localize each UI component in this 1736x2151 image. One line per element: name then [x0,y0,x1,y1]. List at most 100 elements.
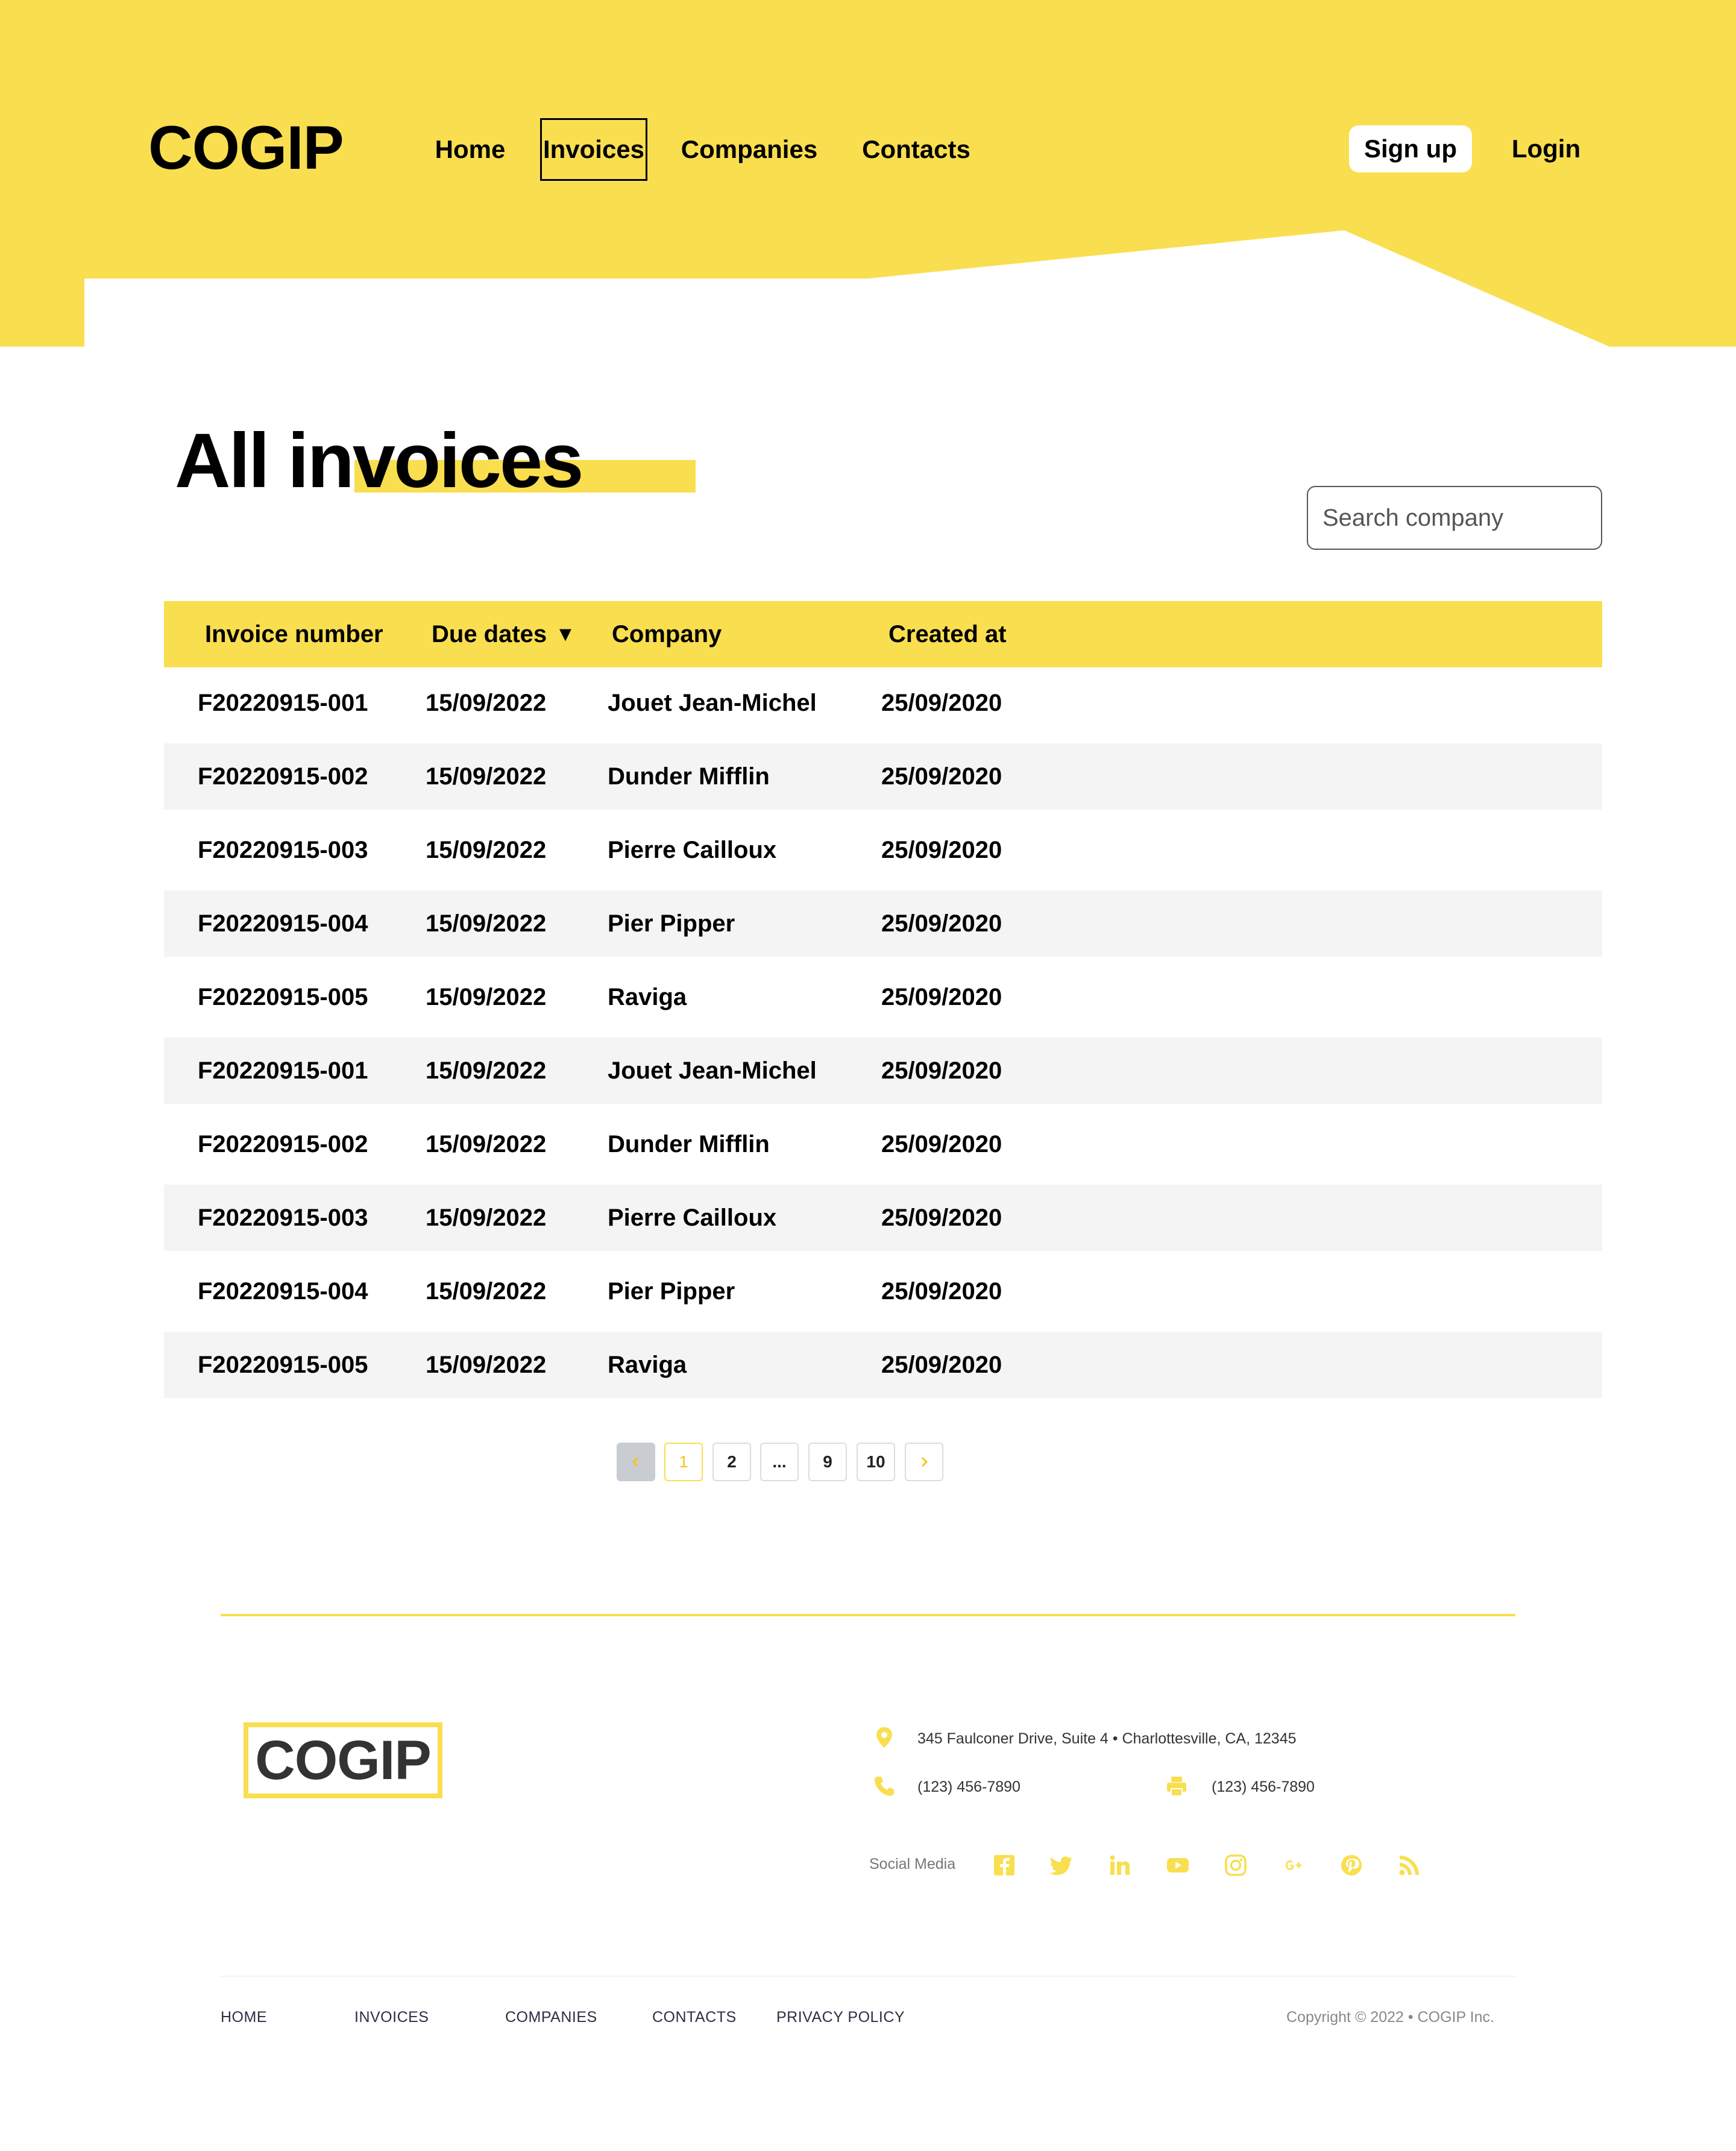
company-cell[interactable]: Dunder Mifflin [608,763,770,790]
column-created-at[interactable]: Created at [888,601,1007,667]
company-cell[interactable]: Raviga [608,984,687,1011]
row-spacer [164,1180,1602,1185]
row-spacer [164,1327,1602,1332]
page-1-button[interactable]: 1 [664,1443,703,1481]
due-date-cell: 15/09/2022 [426,910,547,937]
invoice-number-cell: F20220915-001 [198,1057,368,1084]
column-due-dates[interactable]: Due dates ▼ [432,601,576,667]
table-row[interactable]: F20220915-003 15/09/2022 Pierre Cailloux 25… [164,814,1602,886]
company-cell[interactable]: Pierre Cailloux [608,1205,776,1232]
table-row[interactable]: F20220915-004 15/09/2022 Pier Pipper 25/09/… [164,890,1602,957]
company-cell[interactable]: Pier Pipper [608,910,735,937]
twitter-icon[interactable] [1049,1852,1075,1879]
table-row[interactable]: F20220915-005 15/09/2022 Raviga 25/09/2020 [164,962,1602,1033]
social-media-label: Social Media [869,1856,956,1872]
company-cell[interactable]: Jouet Jean-Michel [608,1057,817,1085]
company-cell[interactable]: Pierre Cailloux [608,837,776,864]
row-spacer [164,1033,1602,1038]
linkedin-icon[interactable] [1107,1852,1133,1879]
due-date-cell: 15/09/2022 [426,1204,547,1231]
footer-phone: (123) 456-7890 [917,1778,1021,1795]
nav-home[interactable]: Home [422,118,518,181]
created-at-cell: 25/09/2020 [881,689,1002,716]
signup-button[interactable]: Sign up [1349,125,1472,172]
due-date-cell: 15/09/2022 [426,763,547,790]
row-spacer [164,957,1602,962]
company-cell[interactable]: Dunder Mifflin [608,1131,770,1158]
header-logo[interactable]: COGIP [148,112,344,184]
row-spacer [164,810,1602,814]
table-header: Invoice number Due dates ▼ Company Create… [164,601,1602,667]
due-date-cell: 15/09/2022 [426,983,547,1010]
page-9-button[interactable]: 9 [808,1443,847,1481]
facebook-icon[interactable] [991,1852,1017,1879]
next-page-button[interactable] [905,1443,943,1481]
page-2-button[interactable]: 2 [712,1443,751,1481]
table-row[interactable]: F20220915-005 15/09/2022 Raviga 25/09/2020 [164,1332,1602,1398]
row-spacer [164,1104,1602,1109]
row-spacer [164,886,1602,890]
due-date-cell: 15/09/2022 [426,689,547,716]
company-cell[interactable]: Raviga [608,1352,687,1379]
created-at-cell: 25/09/2020 [881,1130,1002,1157]
due-date-cell: 15/09/2022 [426,1130,547,1157]
created-at-cell: 25/09/2020 [881,910,1002,937]
row-spacer [164,1251,1602,1256]
search-input[interactable] [1307,486,1602,550]
table-row[interactable]: F20220915-001 15/09/2022 Jouet Jean-Michel… [164,1038,1602,1104]
chevron-left-icon [632,1457,639,1467]
footer-link-contacts[interactable]: CONTACTS [652,2009,737,2026]
footer-fax: (123) 456-7890 [1212,1778,1315,1795]
chevron-right-icon [921,1457,928,1467]
created-at-cell: 25/09/2020 [881,1277,1002,1305]
table-body: F20220915-001 15/09/2022 Jouet Jean-Michel… [164,667,1602,1398]
due-date-cell: 15/09/2022 [426,836,547,863]
table-row[interactable]: F20220915-002 15/09/2022 Dunder Mifflin 25/… [164,743,1602,810]
invoice-number-cell: F20220915-001 [198,689,368,716]
footer-link-companies[interactable]: COMPANIES [505,2009,597,2026]
created-at-cell: 25/09/2020 [881,1057,1002,1084]
column-company[interactable]: Company [612,601,722,667]
instagram-icon[interactable] [1222,1852,1249,1879]
nav-companies[interactable]: Companies [675,118,823,181]
youtube-icon[interactable] [1165,1852,1191,1879]
location-pin-icon [876,1727,892,1748]
phone-icon [875,1777,894,1796]
created-at-cell: 25/09/2020 [881,836,1002,863]
footer-link-home[interactable]: HOME [221,2009,267,2026]
invoice-number-cell: F20220915-004 [198,1277,368,1305]
page-10-button[interactable]: 10 [857,1443,895,1481]
footer-divider [221,1614,1515,1616]
column-label: Due dates [432,620,547,647]
column-label: Company [612,620,722,647]
footer-bottom-divider [221,1976,1515,1977]
table-row[interactable]: F20220915-004 15/09/2022 Pier Pipper 25/09/… [164,1256,1602,1327]
row-spacer [164,739,1602,743]
login-button[interactable]: Login [1495,125,1597,172]
rss-icon[interactable] [1396,1852,1423,1879]
invoice-number-cell: F20220915-002 [198,1130,368,1157]
prev-page-button[interactable] [617,1443,655,1481]
nav-invoices[interactable]: Invoices [540,118,647,181]
company-cell[interactable]: Pier Pipper [608,1278,735,1305]
page-ellipsis[interactable]: ... [760,1443,799,1481]
pinterest-icon[interactable] [1338,1852,1365,1879]
google-plus-icon[interactable] [1280,1852,1307,1879]
column-label: Invoice number [205,620,383,647]
footer-logo[interactable]: COGIP [244,1722,442,1798]
footer-link-invoices[interactable]: INVOICES [354,2009,429,2026]
copyright-text: Copyright © 2022 • COGIP Inc. [1286,2009,1494,2026]
created-at-cell: 25/09/2020 [881,983,1002,1010]
table-row[interactable]: F20220915-001 15/09/2022 Jouet Jean-Michel… [164,667,1602,739]
column-invoice-number[interactable]: Invoice number [205,601,383,667]
sort-down-icon[interactable]: ▼ [555,623,576,646]
invoice-number-cell: F20220915-002 [198,763,368,790]
invoices-table: Invoice number Due dates ▼ Company Create… [164,601,1602,1398]
table-row[interactable]: F20220915-003 15/09/2022 Pierre Cailloux 25… [164,1185,1602,1251]
table-row[interactable]: F20220915-002 15/09/2022 Dunder Mifflin 25/… [164,1109,1602,1180]
footer-address: 345 Faulconer Drive, Suite 4 • Charlotte… [917,1730,1297,1747]
footer-link-privacy-policy[interactable]: PRIVACY POLICY [776,2009,905,2026]
invoice-number-cell: F20220915-004 [198,910,368,937]
company-cell[interactable]: Jouet Jean-Michel [608,690,817,717]
nav-contacts[interactable]: Contacts [856,118,976,181]
